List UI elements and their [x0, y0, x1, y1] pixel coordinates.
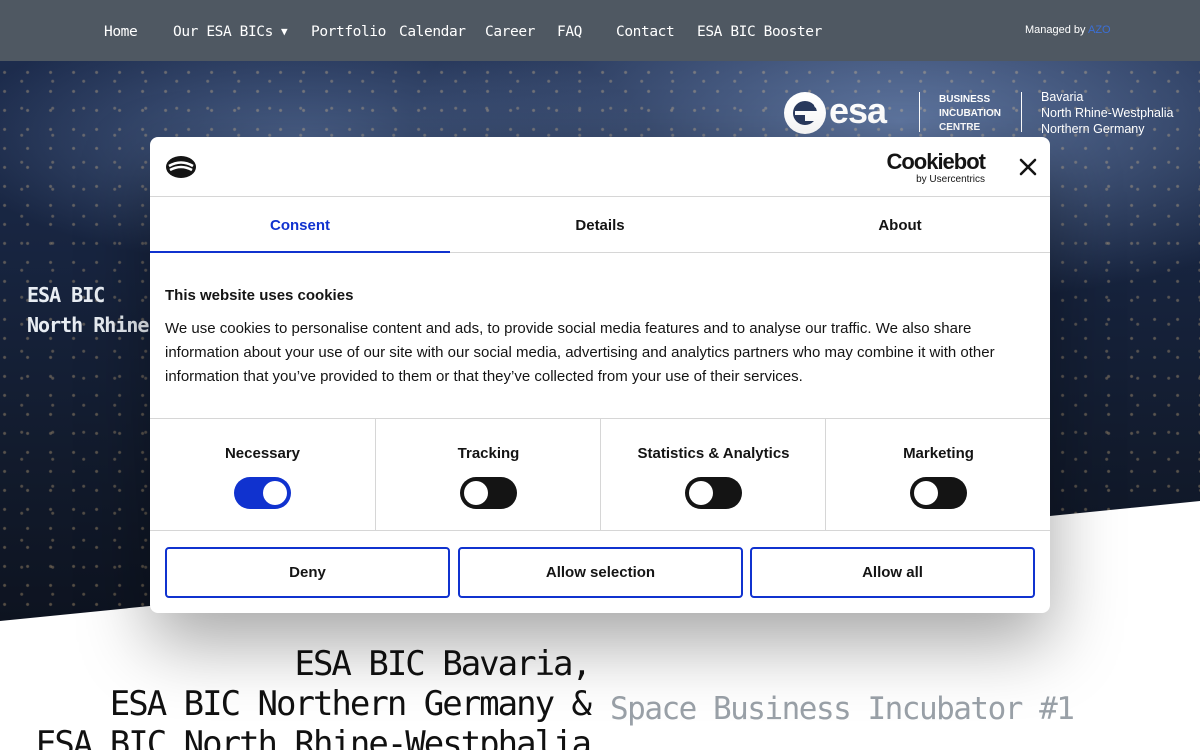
nav-calendar[interactable]: Calendar — [399, 22, 466, 42]
tab-details[interactable]: Details — [450, 198, 750, 253]
toggle-marketing[interactable] — [910, 477, 967, 509]
cookie-dialog-title: This website uses cookies — [165, 287, 354, 304]
category-necessary: Necessary — [150, 419, 375, 531]
cookiebot-brand-name: Cookiebot — [886, 149, 986, 174]
cookie-categories: Necessary Tracking Statistics & Analytic… — [150, 418, 1050, 531]
managed-by: Managed by AZO — [1025, 24, 1111, 36]
headline-line: ESA BIC Northern Germany & — [109, 684, 592, 724]
toggle-knob — [263, 481, 287, 505]
hero-title-line2: North Rhine — [27, 313, 149, 337]
toggle-knob — [914, 481, 938, 505]
cookie-consent-dialog: Cookiebot by Usercentrics Consent Detail… — [150, 137, 1050, 613]
top-navigation: Home Our ESA BICs ▼ Portfolio Calendar Ca… — [0, 0, 1200, 61]
allow-all-button[interactable]: Allow all — [750, 547, 1035, 598]
category-statistics: Statistics & Analytics — [600, 419, 825, 531]
chevron-down-icon: ▼ — [280, 25, 288, 38]
cookiebot-logo-icon — [166, 156, 196, 178]
bic-regions: Bavaria North Rhine-Westphalia Northern … — [1041, 89, 1173, 137]
headline-line: ESA BIC North Rhine-Westphalia — [35, 724, 592, 750]
nav-home[interactable]: Home — [104, 22, 138, 42]
esa-wordmark: esa — [829, 90, 887, 131]
nav-our-esa-bics-label: Our ESA BICs — [173, 24, 273, 40]
category-marketing: Marketing — [825, 419, 1050, 531]
cookie-dialog-tabs: Consent Details About — [150, 198, 1050, 253]
esa-logo-icon — [784, 92, 826, 134]
nav-faq[interactable]: FAQ — [557, 22, 582, 42]
category-label: Marketing — [903, 445, 974, 462]
allow-selection-button[interactable]: Allow selection — [458, 547, 743, 598]
toggle-statistics[interactable] — [685, 477, 742, 509]
logo-divider — [919, 92, 920, 132]
hero-title-line1: ESA BIC — [27, 283, 105, 307]
cookiebot-brand-sub: by Usercentrics — [916, 174, 985, 185]
nav-career[interactable]: Career — [485, 22, 535, 42]
region-nrw: North Rhine-Westphalia — [1041, 106, 1174, 120]
esa-bic-logo[interactable]: esa BUSINESS INCUBATION CENTRE Bavaria N… — [783, 88, 1183, 138]
bic-line: BUSINESS — [939, 94, 991, 105]
cookie-dialog-header: Cookiebot by Usercentrics — [150, 137, 1050, 197]
cookie-dialog-body: We use cookies to personalise content an… — [165, 320, 995, 385]
bic-line: INCUBATION — [939, 108, 1002, 119]
page-tagline: Space Business Incubator #1 — [610, 691, 1075, 727]
tab-about[interactable]: About — [750, 198, 1050, 253]
page-headline: ESA BIC Bavaria, ESA BIC Northern German… — [35, 644, 592, 750]
nav-contact[interactable]: Contact — [616, 22, 675, 42]
nav-our-esa-bics[interactable]: Our ESA BICs ▼ — [173, 22, 288, 42]
cookiebot-brand: Cookiebot by Usercentrics — [881, 149, 986, 186]
category-label: Statistics & Analytics — [637, 445, 790, 462]
nav-portfolio[interactable]: Portfolio — [311, 22, 386, 42]
region-bavaria: Bavaria — [1041, 90, 1084, 104]
bic-label: BUSINESS INCUBATION CENTRE — [939, 93, 1001, 135]
tab-consent[interactable]: Consent — [150, 198, 450, 253]
bic-line: CENTRE — [939, 122, 981, 133]
toggle-knob — [689, 481, 713, 505]
category-tracking: Tracking — [375, 419, 600, 531]
deny-button[interactable]: Deny — [165, 547, 450, 598]
managed-by-prefix: Managed by — [1025, 24, 1086, 36]
category-label: Tracking — [457, 445, 520, 462]
nav-esa-bic-booster[interactable]: ESA BIC Booster — [697, 22, 822, 42]
close-icon[interactable] — [1016, 155, 1040, 179]
managed-by-link[interactable]: AZO — [1088, 24, 1111, 36]
logo-divider — [1021, 92, 1022, 132]
hero-title: ESA BIC North Rhine — [27, 280, 149, 340]
category-label: Necessary — [224, 445, 301, 462]
toggle-necessary[interactable] — [234, 477, 291, 509]
headline-line: ESA BIC Bavaria, — [294, 644, 592, 684]
region-northern-germany: Northern Germany — [1041, 122, 1145, 136]
toggle-tracking[interactable] — [460, 477, 517, 509]
toggle-knob — [464, 481, 488, 505]
